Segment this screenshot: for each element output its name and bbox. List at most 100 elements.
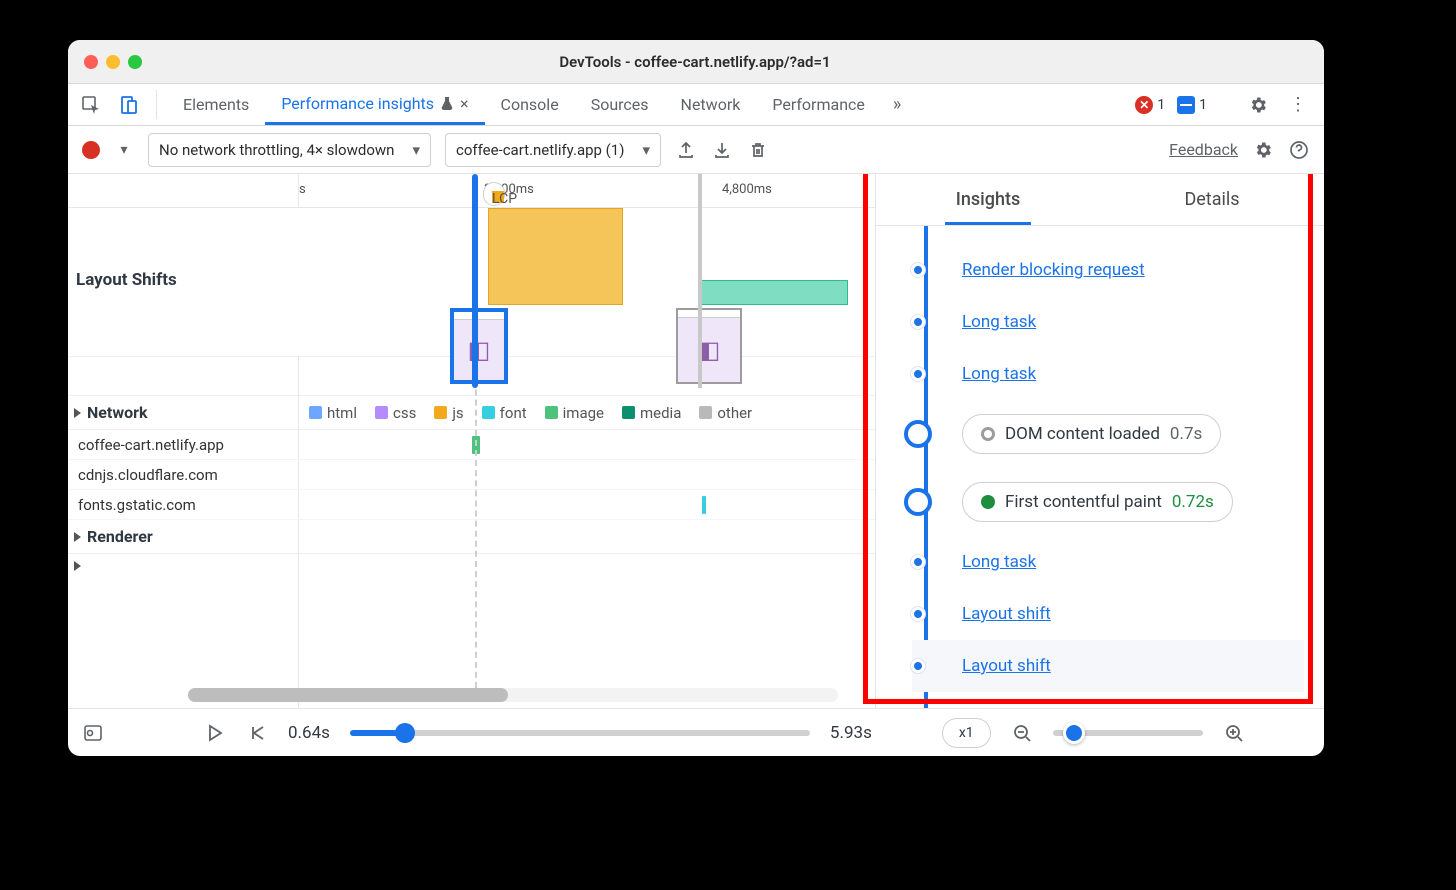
side-tabs: Insights Details [876, 174, 1324, 226]
ruler-unit: s [299, 182, 306, 197]
zoom-slider[interactable] [1053, 730, 1203, 736]
network-host-row[interactable]: coffee-cart.netlify.app [68, 430, 875, 460]
record-button[interactable] [82, 141, 100, 159]
devtools-tabbar: Elements Performance insights × Console … [68, 84, 1324, 126]
rewind-icon[interactable] [246, 724, 268, 742]
collapsed-section-row[interactable] [68, 554, 875, 578]
milestone-pill: DOM content loaded 0.7s [962, 414, 1221, 454]
legend-font-icon [482, 406, 495, 419]
more-icon[interactable]: ⋮ [1284, 94, 1312, 115]
insight-item[interactable]: Long task [912, 296, 1304, 348]
disclosure-triangle-icon [74, 561, 81, 571]
insight-item[interactable]: Long task [912, 348, 1304, 400]
disclosure-triangle-icon [74, 408, 81, 418]
feedback-link[interactable]: Feedback [1169, 140, 1238, 159]
overview-track[interactable]: Layout Shifts ◧ ◧ [68, 208, 875, 356]
zoom-slider-knob[interactable] [1063, 722, 1085, 744]
bullet-icon [911, 367, 925, 381]
chevron-down-icon: ▾ [642, 141, 650, 159]
renderer-header[interactable]: Renderer [68, 520, 875, 554]
legend-html-icon [309, 406, 322, 419]
errors-badge[interactable]: ✕ 1 [1135, 96, 1165, 114]
tab-network[interactable]: Network [665, 84, 757, 125]
milestone-bullet-icon [904, 420, 932, 448]
network-legend: html css js font image media other [309, 404, 752, 422]
insight-link[interactable]: Layout shift [962, 656, 1051, 676]
insight-item[interactable]: Long task [912, 536, 1304, 588]
toolbar-settings-icon[interactable] [1252, 139, 1274, 161]
tab-console[interactable]: Console [485, 84, 575, 125]
status-badges: ✕ 1 1 ⋮ [1135, 84, 1318, 125]
network-host-row[interactable]: cdnjs.cloudflare.com [68, 460, 875, 490]
close-tab-button[interactable]: × [460, 94, 469, 113]
insight-milestone[interactable]: First contentful paint 0.72s [912, 468, 1304, 536]
insight-item[interactable]: Layout shift [912, 640, 1304, 692]
frame-thumbnail-selected[interactable]: ◧ [450, 308, 508, 384]
settings-icon[interactable] [1244, 95, 1272, 115]
import-icon[interactable] [711, 139, 733, 161]
close-window-button[interactable] [84, 55, 98, 69]
throttle-select[interactable]: No network throttling, 4× slowdown ▾ [148, 133, 431, 167]
insight-link[interactable]: Long task [962, 364, 1036, 384]
tab-sources[interactable]: Sources [575, 84, 665, 125]
frame-thumbnail[interactable]: ◧ [676, 308, 742, 384]
ruler-tick-4800: 4,800ms [722, 182, 772, 197]
selected-frame-marker[interactable] [472, 174, 478, 388]
zoom-level[interactable]: x1 [942, 718, 991, 748]
insight-item[interactable]: Render blocking request [912, 244, 1304, 296]
time-slider[interactable] [350, 730, 810, 736]
network-header[interactable]: Network html css js font image media oth… [68, 396, 875, 430]
zoom-out-icon[interactable] [1011, 724, 1033, 742]
export-icon[interactable] [675, 139, 697, 161]
tab-insights[interactable]: Insights [876, 174, 1100, 225]
insight-milestone[interactable]: DOM content loaded 0.7s [912, 400, 1304, 468]
titlebar: DevTools - coffee-cart.netlify.app/?ad=1 [68, 40, 1324, 84]
request-bar[interactable] [702, 496, 706, 514]
device-toolbar-icon[interactable] [112, 84, 146, 125]
side-panel: Insights Details Render blocking request… [876, 174, 1324, 708]
lcp-region[interactable] [488, 208, 623, 305]
legend-css-icon [375, 406, 388, 419]
help-icon[interactable] [1288, 139, 1310, 161]
tab-details[interactable]: Details [1100, 174, 1324, 225]
disclosure-triangle-icon [74, 532, 81, 542]
insights-toolbar: ▾ No network throttling, 4× slowdown ▾ c… [68, 126, 1324, 174]
fcp-dot-icon [981, 495, 995, 509]
footer-bar: 0.64s 5.93s x1 [68, 708, 1324, 756]
maximize-window-button[interactable] [128, 55, 142, 69]
tab-performance-insights[interactable]: Performance insights × [265, 84, 484, 125]
milestone-bullet-icon [904, 488, 932, 516]
image-region[interactable] [698, 280, 848, 305]
trash-icon[interactable] [747, 139, 769, 161]
window-title: DevTools - coffee-cart.netlify.app/?ad=1 [150, 53, 1240, 71]
tab-elements[interactable]: Elements [167, 84, 265, 125]
layout-shifts-label: Layout Shifts [76, 270, 177, 290]
insight-link[interactable]: Render blocking request [962, 260, 1145, 280]
network-host-row[interactable]: fonts.gstatic.com [68, 490, 875, 520]
insight-link[interactable]: Long task [962, 312, 1036, 332]
insight-item[interactable]: Layout shift [912, 588, 1304, 640]
bullet-icon [911, 607, 925, 621]
time-start: 0.64s [288, 723, 330, 743]
legend-js-icon [434, 406, 447, 419]
record-options-button[interactable]: ▾ [114, 142, 134, 158]
scrollbar-handle[interactable] [188, 688, 508, 702]
lcp-marker[interactable]: LCP [483, 182, 505, 206]
horizontal-scrollbar[interactable] [188, 688, 838, 702]
bullet-icon [911, 263, 925, 277]
tab-performance[interactable]: Performance [756, 84, 881, 125]
chevron-down-icon: ▾ [412, 141, 420, 159]
slider-knob[interactable] [395, 723, 415, 743]
inspect-element-icon[interactable] [74, 84, 108, 125]
page-select[interactable]: coffee-cart.netlify.app (1) ▾ [445, 133, 661, 167]
messages-badge[interactable]: 1 [1177, 96, 1207, 114]
bullet-icon [911, 555, 925, 569]
play-icon[interactable] [204, 724, 226, 742]
minimize-window-button[interactable] [106, 55, 120, 69]
insight-link[interactable]: Layout shift [962, 604, 1051, 624]
insight-link[interactable]: Long task [962, 552, 1036, 572]
tabs-overflow-button[interactable]: » [885, 84, 909, 125]
screenshot-overlay-icon[interactable] [82, 723, 104, 743]
zoom-in-icon[interactable] [1223, 724, 1245, 742]
network-section: Network html css js font image media oth… [68, 396, 875, 578]
